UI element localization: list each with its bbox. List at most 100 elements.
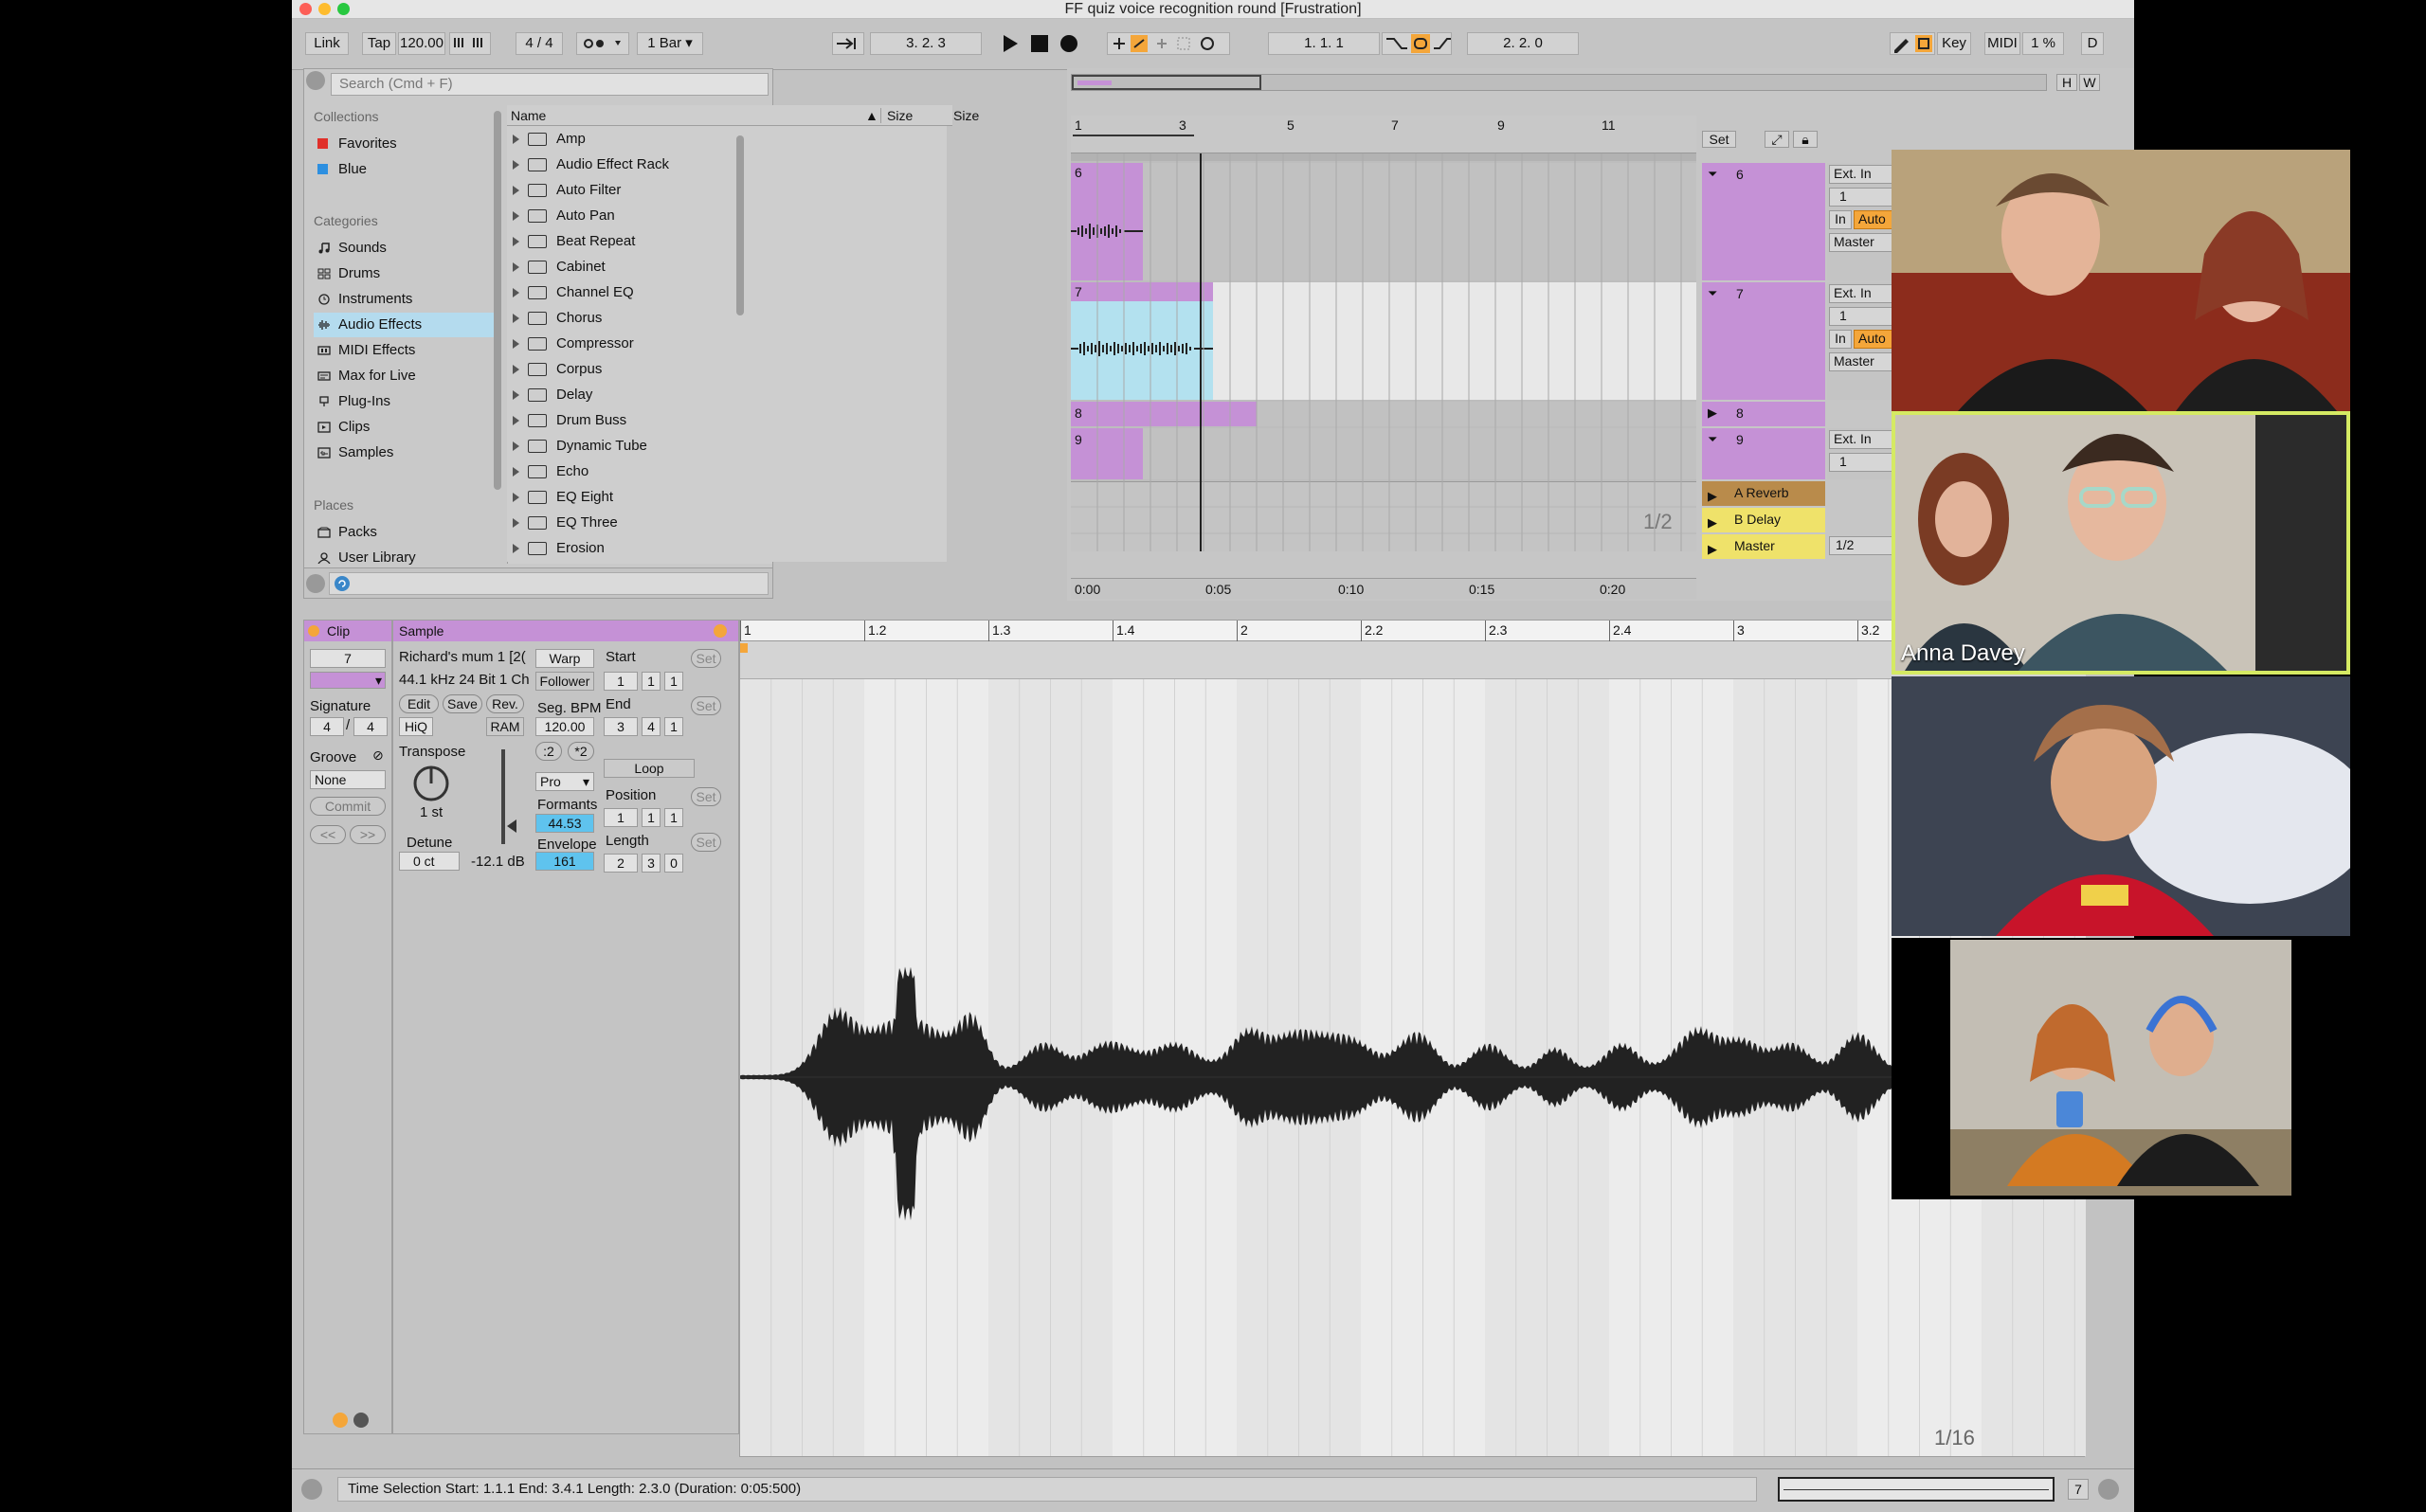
loop-start[interactable]: 1. 1. 1 bbox=[1268, 32, 1380, 55]
time-ruler[interactable]: 0:00 0:05 0:10 0:15 0:20 bbox=[1071, 578, 1696, 599]
half-tempo-button[interactable]: :2 bbox=[535, 742, 562, 761]
length-set-button[interactable]: Set bbox=[691, 833, 721, 852]
collection-favorites[interactable]: Favorites bbox=[314, 132, 494, 156]
time-signature[interactable]: 4 / 4 bbox=[516, 32, 563, 55]
end-set-button[interactable]: Set bbox=[691, 696, 721, 715]
draw-mode-button[interactable] bbox=[1890, 32, 1935, 55]
detune-field[interactable]: 0 ct bbox=[399, 852, 460, 871]
start-beat[interactable]: 1 bbox=[642, 672, 661, 691]
double-tempo-button[interactable]: *2 bbox=[568, 742, 594, 761]
place-packs[interactable]: Packs bbox=[314, 520, 494, 545]
warp-button[interactable]: Warp bbox=[535, 649, 594, 668]
warp-mode-select[interactable]: Pro ▾ bbox=[535, 772, 594, 791]
record-options[interactable] bbox=[1107, 32, 1230, 55]
monitor-in[interactable]: In bbox=[1829, 210, 1852, 229]
clip-activator[interactable] bbox=[308, 625, 319, 637]
track-header-7[interactable]: ⏷ 7 bbox=[1702, 282, 1825, 400]
hiq-button[interactable]: HiQ bbox=[399, 717, 433, 736]
browser-item[interactable]: Delay bbox=[507, 382, 957, 407]
fold-icon[interactable]: ⏷ bbox=[1708, 432, 1717, 447]
link-button[interactable]: Link bbox=[305, 32, 349, 55]
arrangement-overview[interactable] bbox=[1071, 74, 2047, 91]
start-sixteenth[interactable]: 1 bbox=[664, 672, 683, 691]
loop-length[interactable]: 2. 2. 0 bbox=[1467, 32, 1579, 55]
search-input[interactable]: Search (Cmd + F) bbox=[331, 73, 769, 96]
category-clips[interactable]: Clips bbox=[314, 415, 494, 440]
expand-arrow-icon[interactable] bbox=[513, 416, 519, 425]
browser-item[interactable]: Cabinet bbox=[507, 254, 957, 279]
expand-arrow-icon[interactable] bbox=[513, 314, 519, 323]
lock-icon[interactable]: 🔒︎ bbox=[1793, 131, 1818, 148]
browser-item[interactable]: Chorus bbox=[507, 305, 957, 331]
browser-item[interactable]: Channel EQ bbox=[507, 279, 957, 305]
input-channel[interactable]: 1 bbox=[1829, 453, 1895, 472]
quantize-menu[interactable]: 1 Bar ▾ bbox=[637, 32, 703, 55]
collection-blue[interactable]: Blue bbox=[314, 157, 494, 182]
marker-lane[interactable] bbox=[740, 641, 2086, 679]
end-sixteenth[interactable]: 1 bbox=[664, 717, 683, 736]
track-header-6[interactable]: ⏷ 6 bbox=[1702, 163, 1825, 280]
category-max-for-live[interactable]: Max for Live bbox=[314, 364, 494, 388]
loop-brace[interactable] bbox=[1073, 135, 1194, 142]
playhead[interactable] bbox=[1200, 153, 1202, 551]
end-beat[interactable]: 4 bbox=[642, 717, 661, 736]
monitor-auto[interactable]: Auto bbox=[1854, 210, 1895, 229]
transpose-knob[interactable] bbox=[410, 763, 452, 804]
input-type[interactable]: Ext. In bbox=[1829, 430, 1895, 449]
h-button[interactable]: H bbox=[2056, 74, 2077, 91]
signature-numerator[interactable]: 4 bbox=[310, 717, 344, 736]
expand-arrow-icon[interactable] bbox=[513, 262, 519, 272]
length-beat[interactable]: 3 bbox=[642, 854, 661, 873]
browser-item[interactable]: Dynamic Tube bbox=[507, 433, 957, 459]
clip-footer-icon[interactable] bbox=[333, 1413, 348, 1428]
browser-toggle-button[interactable] bbox=[306, 71, 325, 90]
browser-item[interactable]: Auto Filter bbox=[507, 177, 957, 203]
nudge-buttons[interactable] bbox=[449, 32, 491, 55]
midi-map-button[interactable]: MIDI bbox=[1984, 32, 2020, 55]
start-set-button[interactable]: Set bbox=[691, 649, 721, 668]
sample-editor[interactable]: 1 1.2 1.3 1.4 2 2.2 2.3 2.4 3 3.2 1/16 bbox=[739, 620, 2086, 1457]
gain-slider-track[interactable] bbox=[501, 749, 505, 844]
browser-item[interactable]: Amp bbox=[507, 126, 957, 152]
expand-arrow-icon[interactable] bbox=[513, 288, 519, 297]
browser-item[interactable]: Drum Buss bbox=[507, 407, 957, 433]
formants-field[interactable]: 44.53 bbox=[535, 814, 594, 833]
sample-ruler[interactable]: 1 1.2 1.3 1.4 2 2.2 2.3 2.4 3 3.2 bbox=[740, 621, 2086, 641]
groove-select[interactable]: None bbox=[310, 770, 386, 789]
category-samples[interactable]: Samples bbox=[314, 441, 494, 465]
category-audio-effects[interactable]: Audio Effects bbox=[314, 313, 494, 337]
name-header[interactable]: Name bbox=[511, 108, 546, 123]
play-button[interactable] bbox=[999, 32, 1022, 55]
key-map-button[interactable]: Key bbox=[1937, 32, 1971, 55]
video-tile-4[interactable] bbox=[1892, 938, 2350, 1199]
expand-arrow-icon[interactable] bbox=[513, 493, 519, 502]
expand-arrow-icon[interactable] bbox=[513, 339, 519, 349]
overview-waveform[interactable] bbox=[1778, 1477, 2055, 1502]
bar-ruler[interactable]: 1 3 5 7 9 11 bbox=[1071, 116, 1696, 153]
expand-arrow-icon[interactable] bbox=[513, 467, 519, 477]
return-track-a-reverb[interactable]: ▶︎ A Reverb bbox=[1702, 481, 1825, 506]
output-type[interactable]: Master bbox=[1829, 352, 1895, 371]
clip-color-picker[interactable]: ▾ bbox=[310, 672, 386, 689]
expand-arrow-icon[interactable] bbox=[513, 135, 519, 144]
position-bar[interactable]: 1 bbox=[604, 808, 638, 827]
gain-slider-handle[interactable] bbox=[507, 819, 516, 833]
stop-button[interactable] bbox=[1029, 32, 1050, 55]
status-left-button[interactable] bbox=[301, 1479, 322, 1500]
video-tile-active-speaker[interactable]: Anna Davey bbox=[1892, 411, 2350, 675]
track-lanes[interactable]: 6 7 8 9 1/2 bbox=[1071, 153, 1696, 551]
input-type[interactable]: Ext. In bbox=[1829, 284, 1895, 303]
sample-waveform-area[interactable] bbox=[740, 679, 2086, 1456]
fold-icon[interactable]: ⏷ bbox=[1708, 167, 1717, 182]
start-bar[interactable]: 1 bbox=[604, 672, 638, 691]
start-marker[interactable] bbox=[740, 643, 748, 653]
sidebar-scrollbar[interactable] bbox=[494, 111, 501, 490]
loop-controls[interactable] bbox=[1382, 32, 1452, 55]
browser-item[interactable]: Erosion bbox=[507, 535, 957, 561]
browser-item[interactable]: Beat Repeat bbox=[507, 228, 957, 254]
loop-button[interactable]: Loop bbox=[604, 759, 695, 778]
input-channel[interactable]: 1 bbox=[1829, 307, 1895, 326]
metronome-button[interactable] bbox=[576, 32, 629, 55]
input-channel[interactable]: 1 bbox=[1829, 188, 1895, 207]
video-tile-3[interactable] bbox=[1892, 676, 2350, 936]
